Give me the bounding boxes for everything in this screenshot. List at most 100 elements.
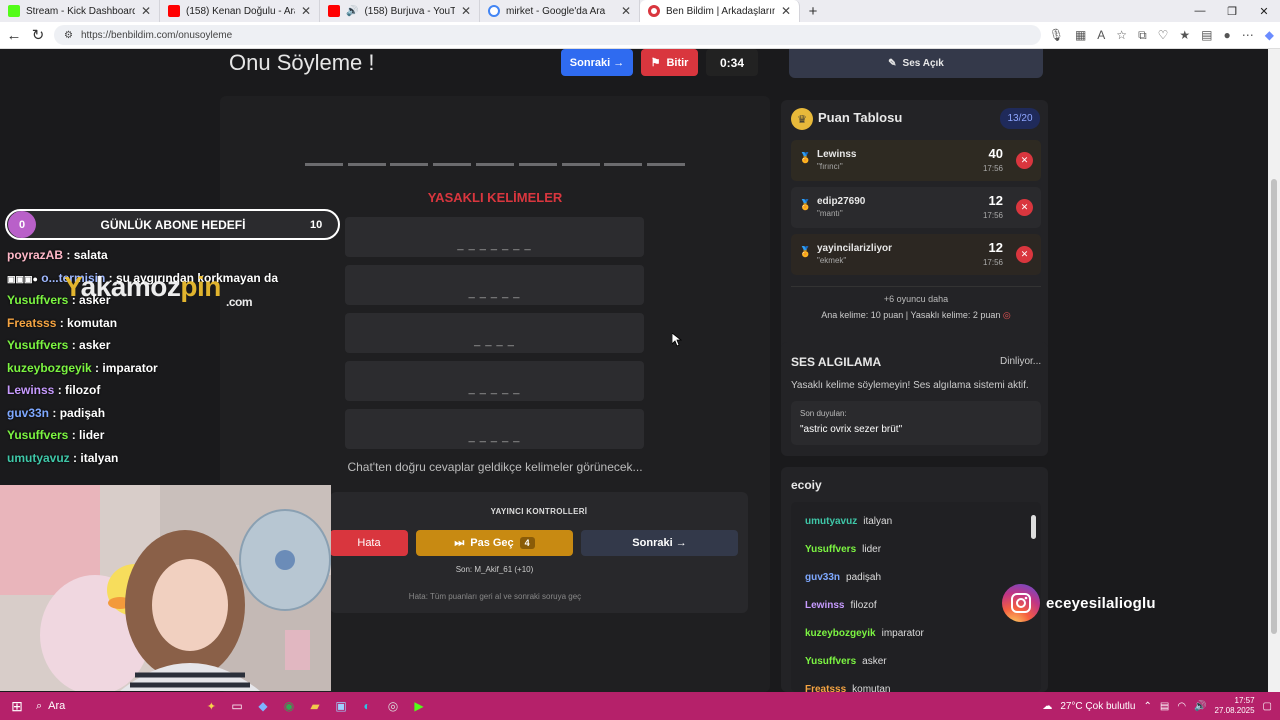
reload-icon[interactable]: ↻ [30,26,46,44]
kick-icon [8,5,20,17]
sponsor-logo: Yakamozpin .com [64,271,253,309]
medal-silver-icon: 🏅 [799,200,812,211]
wifi-icon[interactable]: ◠ [1177,701,1186,712]
score-rules: Ana kelime: 10 puan | Yasaklı kelime: 2 … [821,310,1011,320]
sound-toggle-button[interactable]: ✎ Ses Açık [789,49,1043,78]
list-item: guv33n padişah [805,572,882,583]
volume-icon[interactable]: 🔊 [1194,701,1206,712]
youtube-icon [168,5,180,17]
player-row: 🏅 yayincilarizliyor "ekmek" 12 17:56 ✕ [791,234,1041,275]
kick-app-icon[interactable]: ▶ [406,695,432,717]
overlay-chat-line: guv33n : padişah [7,406,106,420]
hata-button[interactable]: Hata [330,530,408,556]
close-icon[interactable]: ✕ [621,4,631,18]
medal-bronze-icon: 🏅 [799,247,812,258]
pas-gec-button[interactable]: ⏭ Pas Geç 4 [416,530,573,556]
app-icon[interactable]: ▦ [1075,28,1086,43]
close-icon[interactable]: ✕ [301,4,311,18]
close-icon[interactable]: ✕ [461,4,471,18]
page-content: Onu Söyleme ! Sonraki → ⚑ Bitir 0:34 YASA… [0,49,1280,692]
sparkle-icon: ✦ [206,700,216,713]
favorites-icon[interactable]: ★ [1179,28,1190,43]
chat-scrollbar[interactable] [1031,515,1036,539]
maximize-icon[interactable]: ❐ [1216,0,1248,22]
hint-text: Chat'ten doğru cevaplar geldikçe kelimel… [347,460,643,474]
speaker-icon[interactable]: 🔊 [346,6,358,17]
back-icon[interactable]: ← [6,27,22,44]
next-button-top[interactable]: Sonraki → [561,49,633,76]
new-tab-button[interactable]: + [800,0,826,22]
badge-icons: ▣▣▣● [7,274,38,284]
task-view-icon[interactable]: ▭ [224,695,250,717]
pas-count-badge: 4 [519,537,535,549]
search-icon: ⌕ [36,699,43,712]
overlay-chat-line: Yusuffvers : asker [7,338,111,352]
menu-icon[interactable]: ⋯ [1242,28,1254,43]
subscriber-goal-target: 10 [310,218,323,231]
tray-chevron-icon[interactable]: ⌃ [1143,701,1151,712]
tray-app-icon[interactable]: ▤ [1160,701,1169,712]
close-icon[interactable]: ✕ [141,4,151,18]
performance-icon[interactable]: ♡ [1158,28,1169,43]
list-item: Lewinss filozof [805,600,877,611]
game-title: Onu Söyleme ! [229,50,375,75]
file-explorer-icon[interactable]: ▰ [302,695,328,717]
subscriber-count: 0 [8,211,36,238]
player-row: 🏅 Lewinss "fırıncı" 40 17:56 ✕ [791,140,1041,181]
profile-icon[interactable]: ● [1224,28,1231,43]
windows-start-icon[interactable]: ⊞ [4,695,30,717]
tab-benbildim[interactable]: Ben Bildim | Arkadaşlarınla Oyna✕ [640,0,800,22]
microphone-icon[interactable]: 🎙 [1049,28,1064,43]
weather-icon: ☁ [1042,700,1053,712]
overlay-chat-line: umutyavuz : italyan [7,451,119,465]
google-icon [488,5,500,17]
weather-text[interactable]: 27°C Çok bulutlu [1060,701,1135,712]
store-icon[interactable]: ▣ [328,695,354,717]
instagram-handle: eceyesilalioglu [1002,584,1156,622]
minimize-icon[interactable]: — [1184,0,1216,22]
finish-button[interactable]: ⚑ Bitir [641,49,698,76]
subscriber-goal-bar: 0 GÜNLÜK ABONE HEDEFİ 10 [5,209,340,240]
webcam-image [0,485,331,691]
last-heard-box: Son duyulan: "astric ovrix sezer brüt" [791,401,1041,445]
tab-youtube-kenan[interactable]: (158) Kenan Doğulu - Ara Beni Lütfen✕ [160,0,320,22]
sound-detection-title: SES ALGILAMA [791,355,882,369]
window-close-icon[interactable]: ✕ [1248,0,1280,22]
sound-status: Dinliyor... [1000,356,1042,367]
clock[interactable]: 17:57 27.08.2025 [1215,696,1255,716]
site-info-icon[interactable]: ⚙ [64,30,73,41]
remove-player-button[interactable]: ✕ [1016,152,1033,169]
chrome-icon[interactable]: ◉ [276,695,302,717]
collections-icon[interactable]: ▤ [1201,28,1212,43]
obs-icon[interactable]: ◎ [380,695,406,717]
close-icon[interactable]: ✕ [781,4,791,18]
flag-icon: ⚑ [650,57,661,69]
read-aloud-icon[interactable]: A [1097,28,1105,43]
browser-tab-strip: Stream - Kick Dashboard ✕ (158) Kenan Doğ… [0,0,1280,22]
subscriber-goal-title: GÜNLÜK ABONE HEDEFİ [100,217,246,232]
taskbar-search[interactable]: ⌕ Ara ✦ [36,695,216,717]
copilot-taskbar-icon[interactable]: ◆ [250,695,276,717]
forbidden-word-5: _ _ _ _ _ [345,409,644,449]
notification-icon[interactable]: ▢ [1263,701,1272,712]
url-field[interactable]: ⚙ https://benbildim.com/onusoyleme [54,25,1041,45]
last-heard-text: "astric ovrix sezer brüt" [800,424,903,435]
hata-note: Hata: Tüm puanları geri al ve sonraki so… [408,592,582,601]
copilot-icon[interactable]: ◆ [1265,28,1274,43]
player-row: 🏅 edip27690 "mantı" 12 17:56 ✕ [791,187,1041,228]
tab-kick[interactable]: Stream - Kick Dashboard ✕ [0,0,160,22]
edge-icon[interactable]: ◐ [354,695,380,717]
remove-player-button[interactable]: ✕ [1016,246,1033,263]
remove-player-button[interactable]: ✕ [1016,199,1033,216]
next-button[interactable]: Sonraki → [581,530,738,556]
pen-icon: ✎ [888,58,897,69]
favorite-icon[interactable]: ☆ [1116,28,1127,43]
controls-title: YAYINCI KONTROLLERİ [490,507,588,516]
tab-youtube-burjuva[interactable]: 🔊(158) Burjuva - YouTube✕ [320,0,480,22]
tab-google[interactable]: mirket - Google'da Ara ✕ [480,0,640,22]
overlay-chat-line: kuzeybozgeyik : imparator [7,361,158,375]
address-bar: ← ↻ ⚙ https://benbildim.com/onusoyleme 🎙… [0,22,1280,49]
forbidden-word-1: _ _ _ _ _ _ _ [345,217,644,257]
extensions-icon[interactable]: ⧉ [1138,28,1147,43]
page-scrollbar[interactable] [1268,49,1280,692]
